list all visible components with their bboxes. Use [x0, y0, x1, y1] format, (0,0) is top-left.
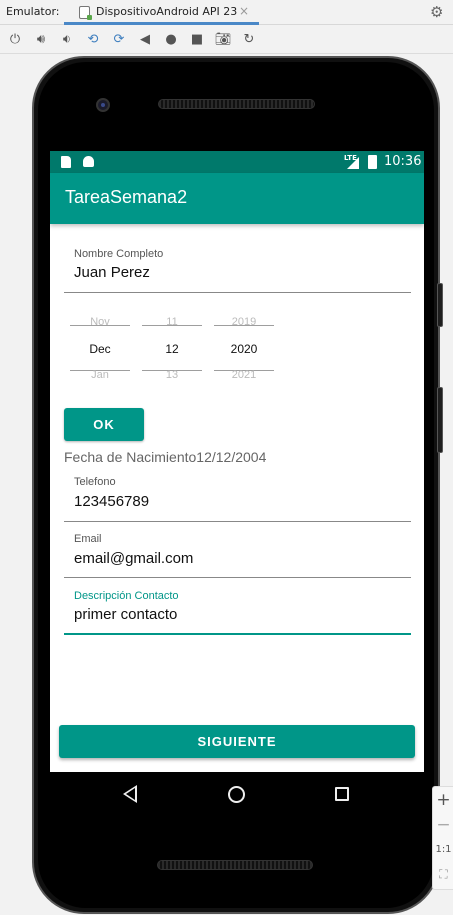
snapshot-icon[interactable]: ↻ [240, 31, 258, 49]
device-tab[interactable]: DispositivoAndroid API 23 × [64, 0, 259, 25]
month-current[interactable]: Dec [70, 342, 130, 356]
fit-screen-icon[interactable]: ⛶ [433, 867, 453, 882]
day-current[interactable]: 12 [142, 342, 202, 356]
volume-up-icon[interactable]: 🔊︎ [32, 31, 50, 49]
email-field[interactable]: Email email@gmail.com [64, 531, 411, 581]
power-button [437, 387, 443, 453]
day-next[interactable]: 13 [142, 369, 202, 381]
day-divider-top [142, 325, 202, 326]
month-prev[interactable]: Nov [70, 316, 130, 328]
app-title: TareaSemana2 [65, 187, 188, 207]
nombre-underline [64, 292, 411, 293]
app-bar: TareaSemana2 [50, 173, 424, 224]
signal-icon [347, 157, 359, 169]
telefono-field[interactable]: Telefono 123456789 [64, 474, 411, 524]
top-speaker [158, 99, 315, 109]
telefono-underline [64, 521, 411, 522]
nav-home-icon[interactable] [228, 786, 245, 803]
nombre-value: Juan Perez [74, 264, 150, 281]
android-icon [83, 156, 94, 167]
telefono-value: 123456789 [74, 493, 150, 510]
device-icon [79, 6, 92, 20]
android-nav-bar [50, 772, 424, 818]
zoom-out-button[interactable]: − [433, 815, 453, 835]
nombre-field[interactable]: Nombre Completo Juan Perez [64, 246, 411, 294]
descripcion-value: primer contacto [74, 606, 178, 623]
bottom-speaker [157, 860, 313, 870]
emulator-label: Emulator: [6, 5, 60, 18]
email-hint: Email [74, 533, 102, 545]
sd-card-icon [61, 156, 71, 168]
ok-button[interactable]: OK [64, 408, 144, 441]
day-prev[interactable]: 11 [142, 316, 202, 328]
day-picker[interactable]: 11 12 13 [142, 307, 202, 385]
year-next[interactable]: 2021 [214, 369, 274, 381]
nombre-hint: Nombre Completo [74, 248, 164, 260]
email-underline [64, 577, 411, 578]
descripcion-hint: Descripción Contacto [74, 590, 179, 602]
device-tab-title: DispositivoAndroid API 23 [96, 5, 238, 18]
email-value: email@gmail.com [74, 550, 194, 567]
device-screen: LTE 10:36 TareaSemana2 Nombre Completo J… [50, 151, 424, 772]
power-icon[interactable]: ⏻ [6, 31, 24, 49]
year-picker[interactable]: 2019 2020 2021 [214, 307, 274, 385]
year-prev[interactable]: 2019 [214, 316, 274, 328]
year-current[interactable]: 2020 [214, 342, 274, 356]
close-tab-icon[interactable]: × [239, 4, 249, 18]
zoom-panel: + − 1:1 ⛶ [432, 786, 453, 890]
gear-icon[interactable]: ⚙ [430, 3, 443, 21]
month-next[interactable]: Jan [70, 369, 130, 381]
status-time: 10:36 [384, 154, 422, 169]
rotate-right-icon[interactable]: ⟳ [110, 31, 128, 49]
descripcion-field[interactable]: Descripción Contacto primer contacto [64, 588, 411, 638]
nav-back-icon[interactable] [123, 785, 137, 803]
siguiente-button[interactable]: SIGUIENTE [59, 725, 415, 758]
rotate-left-icon[interactable]: ⟲ [84, 31, 102, 49]
month-divider-top [70, 325, 130, 326]
home-icon[interactable]: ● [162, 31, 180, 49]
battery-icon [368, 155, 377, 169]
nav-recents-icon[interactable] [335, 787, 349, 801]
emulator-tab-bar: Emulator: DispositivoAndroid API 23 × ⚙ [0, 0, 453, 25]
emulator-window: Emulator: DispositivoAndroid API 23 × ⚙ … [0, 0, 453, 915]
descripcion-underline [64, 633, 411, 635]
telefono-hint: Telefono [74, 476, 116, 488]
screenshot-icon[interactable]: 📷︎ [214, 31, 232, 49]
volume-down-icon[interactable]: 🔉︎ [58, 31, 76, 49]
volume-button [437, 283, 443, 327]
overview-icon[interactable]: ■ [188, 31, 206, 49]
front-camera [96, 98, 110, 112]
back-icon[interactable]: ◀ [136, 31, 154, 49]
status-bar: LTE 10:36 [50, 151, 424, 173]
fecha-nacimiento-label: Fecha de Nacimiento12/12/2004 [64, 449, 267, 465]
actual-size-button[interactable]: 1:1 [433, 844, 453, 855]
zoom-in-button[interactable]: + [433, 790, 453, 810]
year-divider-top [214, 325, 274, 326]
emulator-toolbar: ⏻ 🔊︎ 🔉︎ ⟲ ⟳ ◀ ● ■ 📷︎ ↻ [0, 26, 453, 54]
month-picker[interactable]: Nov Dec Jan [70, 307, 130, 385]
